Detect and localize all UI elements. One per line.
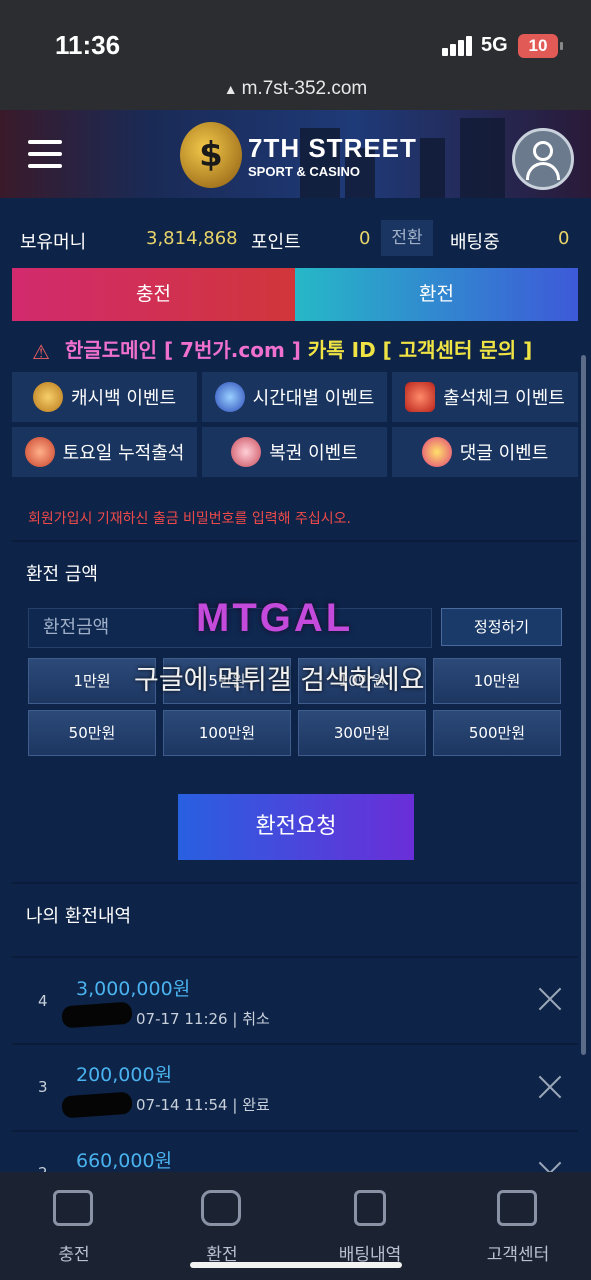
wallet-icon: [53, 1190, 93, 1226]
history-divider-2: [12, 956, 578, 958]
row-meta: 07-17 11:26 | 취소: [136, 1010, 270, 1028]
dice-icon: [405, 382, 436, 412]
scrollbar[interactable]: [581, 355, 586, 1055]
event-attendance[interactable]: 출석체크 이벤트: [392, 372, 578, 422]
document-icon: [354, 1190, 386, 1226]
amount-title: 환전 금액: [26, 564, 98, 585]
newspaper-icon: [497, 1190, 537, 1226]
exchange-icon: [201, 1190, 241, 1226]
betting-label: 배팅중: [450, 232, 500, 253]
home-indicator[interactable]: [190, 1262, 402, 1268]
address-bar[interactable]: ▲ m.7st-352.com: [0, 78, 591, 100]
row-status: 완료: [242, 1096, 270, 1114]
hamburger-menu-icon[interactable]: [28, 140, 62, 170]
section-divider: [12, 540, 578, 542]
exchange-request-button[interactable]: 환전요청: [178, 794, 414, 860]
charge-button[interactable]: 충전: [12, 268, 295, 321]
event-lottery[interactable]: 복권 이벤트: [202, 427, 387, 477]
chip-icon: [24, 437, 55, 467]
network-type: 5G: [481, 34, 508, 56]
row-date: 07-14 11:54: [136, 1096, 228, 1114]
event-cashback[interactable]: 캐시백 이벤트: [12, 372, 197, 422]
lock-icon: ▲: [223, 81, 238, 97]
amount-10man-button[interactable]: 10만원: [433, 658, 561, 704]
brand-title: 7TH STREET: [248, 133, 417, 163]
watermark-text: 구글에 먹튀갤 검색하세요: [134, 665, 425, 696]
row-date: 07-17 11:26: [136, 1010, 228, 1028]
notice-domain: [ 7번가.com ]: [163, 338, 301, 362]
amount-50man-button[interactable]: 50만원: [28, 710, 156, 756]
password-warning: 회원가입시 기재하신 출금 비밀번호를 입력해 주십시오.: [28, 511, 351, 527]
coin-icon: [32, 382, 63, 412]
row-amount: 200,000원: [76, 1064, 173, 1086]
convert-button[interactable]: 전환: [381, 220, 433, 256]
url-text: m.7st-352.com: [241, 78, 368, 99]
amount-100man-button[interactable]: 100만원: [163, 710, 291, 756]
brand-subtitle: SPORT & CASINO: [248, 164, 360, 179]
history-divider: [12, 882, 578, 884]
history-row: 3 200,000원 07-14 11:54 | 완료: [12, 1048, 578, 1134]
holding-value: 3,814,868: [146, 228, 238, 249]
redacted-mark: [61, 1001, 133, 1029]
comment-icon: [421, 437, 452, 467]
watermark-logo: MTGAL: [196, 596, 354, 640]
redacted-mark: [61, 1091, 133, 1119]
gem-icon: [214, 382, 245, 412]
exchange-button[interactable]: 환전: [295, 268, 578, 321]
history-row: 4 3,000,000원 07-17 11:26 | 취소: [12, 960, 578, 1046]
main-tabs: 충전 환전: [12, 268, 578, 321]
delete-row-icon[interactable]: [538, 1160, 562, 1172]
notice-kakao: 카톡 ID [ 고객센터 문의 ]: [307, 338, 533, 362]
lottery-ball-icon: [231, 437, 262, 467]
clock: 11:36: [55, 30, 121, 60]
betting-value: 0: [558, 228, 570, 249]
event-saturday[interactable]: 토요일 누적출석: [12, 427, 197, 477]
row-number: 4: [38, 992, 48, 1010]
event-time[interactable]: 시간대별 이벤트: [202, 372, 387, 422]
nav-customer-center[interactable]: 고객센터: [444, 1172, 591, 1280]
delete-row-icon[interactable]: [538, 986, 562, 1010]
amount-300man-button[interactable]: 300만원: [298, 710, 426, 756]
signal-icon: [442, 36, 474, 56]
row-divider: [12, 1130, 578, 1132]
history-title: 나의 환전내역: [26, 906, 132, 927]
row-meta: 07-14 11:54 | 완료: [136, 1096, 270, 1114]
row-amount: 3,000,000원: [76, 978, 191, 1000]
row-number: 2: [38, 1164, 48, 1172]
event-comment[interactable]: 댓글 이벤트: [392, 427, 578, 477]
siren-icon: ⚠: [32, 339, 50, 364]
point-value: 0: [359, 228, 371, 249]
history-row: 2 660,000원: [12, 1134, 578, 1172]
battery-icon: 10: [518, 34, 563, 58]
nav-charge[interactable]: 충전: [0, 1172, 148, 1280]
reset-button[interactable]: 정정하기: [441, 608, 562, 646]
amount-500man-button[interactable]: 500만원: [433, 710, 561, 756]
row-status: 취소: [242, 1010, 270, 1028]
money-bar: 보유머니 3,814,868 포인트 0 전환 배팅중 0: [0, 198, 591, 268]
delete-row-icon[interactable]: [538, 1074, 562, 1098]
row-number: 3: [38, 1078, 48, 1096]
notice-domain-label: 한글도메인: [64, 338, 157, 362]
row-divider: [12, 1043, 578, 1045]
point-label: 포인트: [251, 232, 301, 253]
status-bar: 11:36 5G 10 ▲ m.7st-352.com: [0, 0, 591, 110]
row-amount: 660,000원: [76, 1150, 173, 1172]
brand-logo-icon[interactable]: $: [180, 122, 242, 188]
user-avatar-icon[interactable]: [512, 128, 574, 190]
domain-notice: ⚠ 한글도메인 [ 7번가.com ] 카톡 ID [ 고객센터 문의 ]: [32, 334, 532, 364]
holding-label: 보유머니: [20, 232, 87, 253]
